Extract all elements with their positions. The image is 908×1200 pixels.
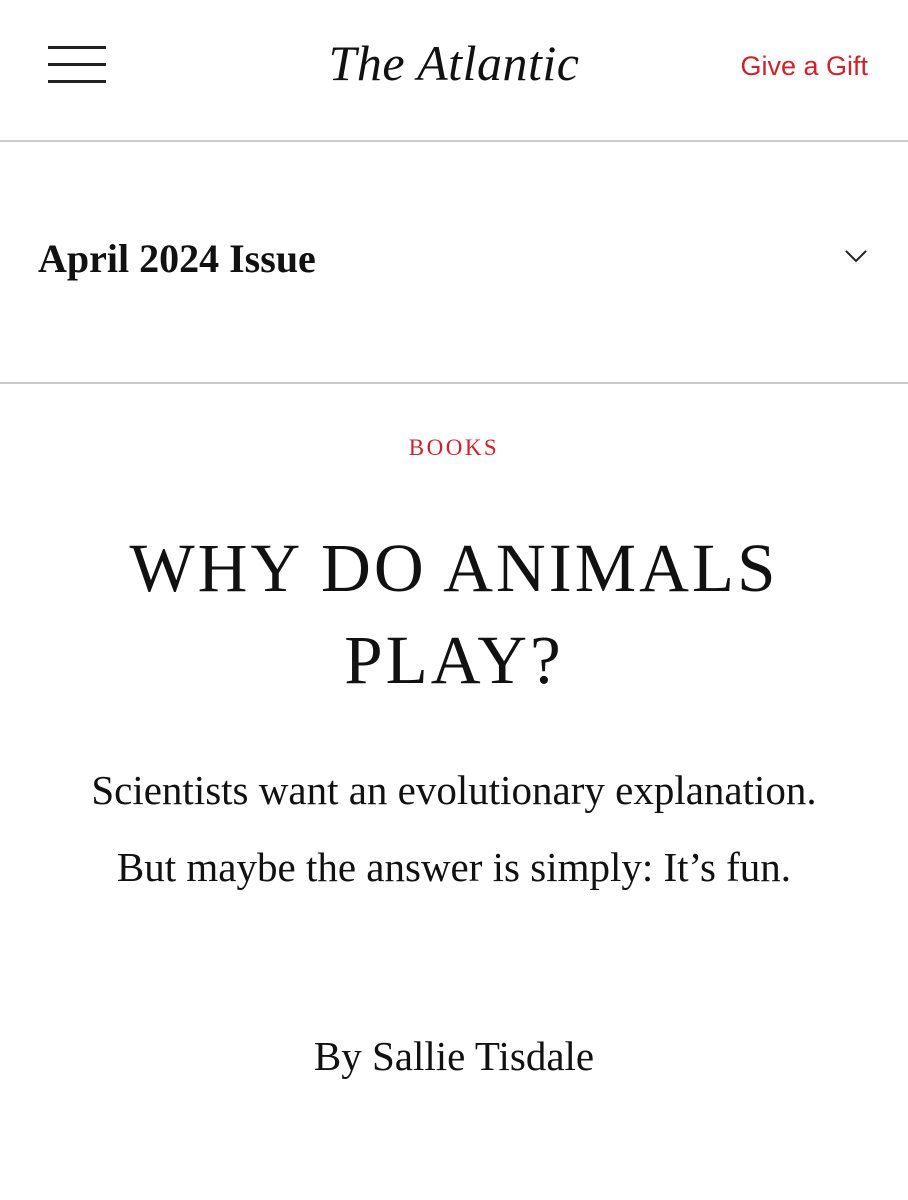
byline: By Sallie Tisdale <box>0 1028 908 1084</box>
hamburger-menu-icon[interactable] <box>48 46 106 84</box>
article-dek: Scientists want an evolutionary explanat… <box>91 767 817 890</box>
author-link[interactable]: Sallie Tisdale <box>372 1033 594 1079</box>
menu-line <box>48 80 106 83</box>
site-header: The Atlantic Give a Gift <box>0 0 908 142</box>
headline-line-2: PLAY? <box>344 622 564 698</box>
byline-prefix: By <box>313 1033 362 1079</box>
section-link-books[interactable]: BOOKS <box>409 435 499 460</box>
menu-line <box>48 46 106 49</box>
section-label-container: BOOKS <box>0 432 908 464</box>
menu-line <box>48 63 106 66</box>
headline-line-1: WHY DO ANIMALS <box>129 530 779 606</box>
chevron-down-icon <box>845 250 867 263</box>
article-headline: WHY DO ANIMALS PLAY? <box>40 522 868 706</box>
give-a-gift-link[interactable]: Give a Gift <box>740 46 868 86</box>
issue-selector[interactable]: April 2024 Issue <box>0 142 908 384</box>
site-logo[interactable]: The Atlantic <box>329 35 580 91</box>
issue-label: April 2024 Issue <box>38 236 316 281</box>
